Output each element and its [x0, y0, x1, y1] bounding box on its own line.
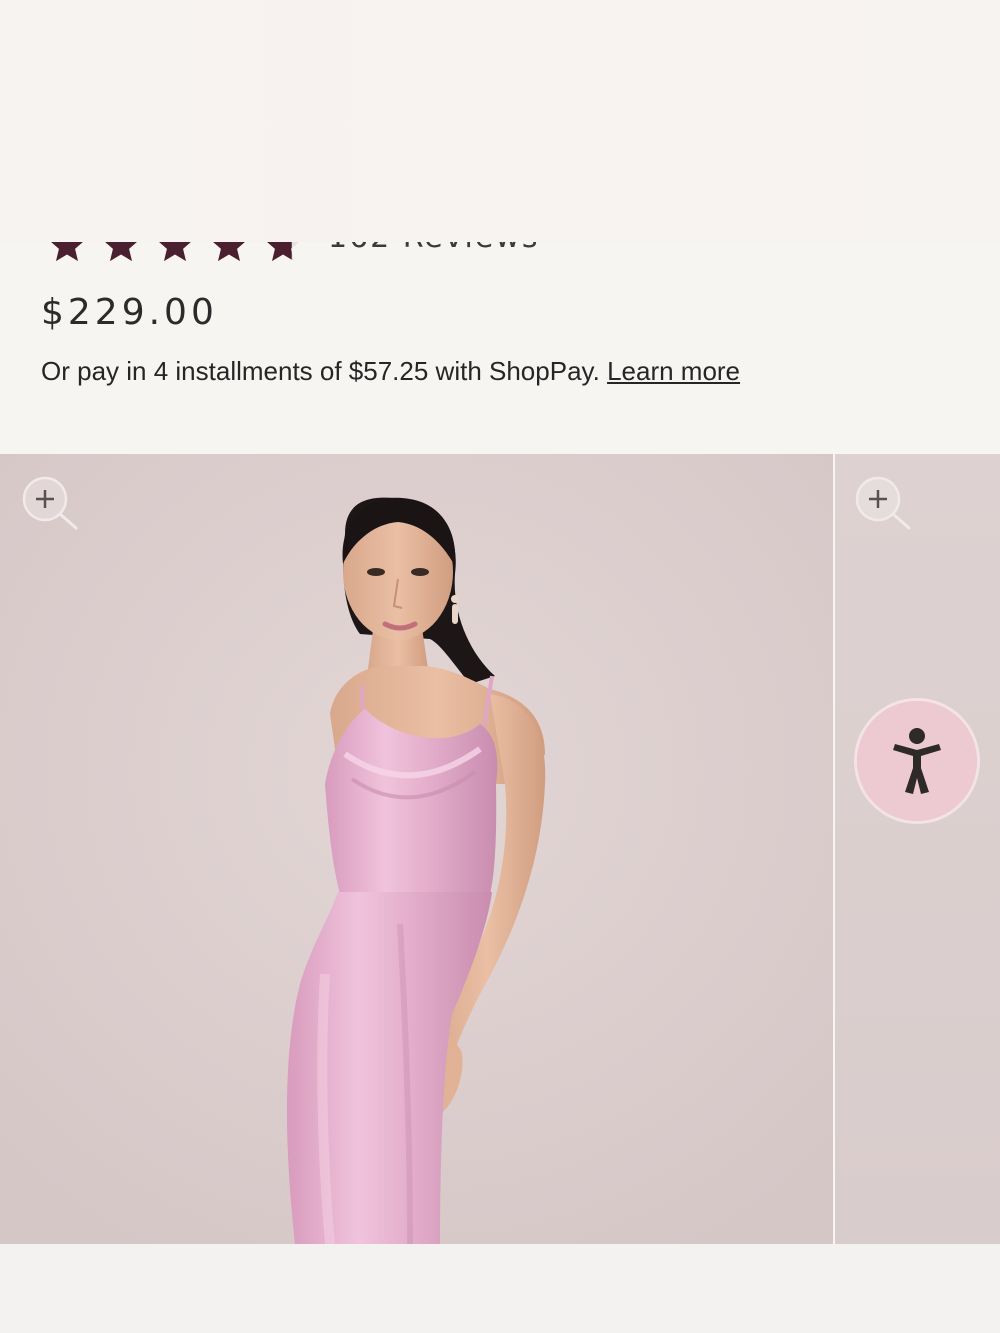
model-photo: [0, 454, 833, 1244]
zoom-in-icon[interactable]: [853, 474, 915, 536]
bottom-bar: [0, 1244, 1000, 1333]
star-icon: [213, 242, 245, 262]
reviews-count-link[interactable]: 162 Reviews: [328, 242, 539, 255]
installments-label: Or pay in 4 installments of $57.25 with …: [41, 356, 600, 386]
star-icon: [159, 242, 191, 262]
product-image-gallery[interactable]: [0, 454, 1000, 1244]
star-half-icon: [267, 242, 299, 262]
learn-more-link[interactable]: Learn more: [607, 356, 740, 386]
star-icon: [105, 242, 137, 262]
installments-text: Or pay in 4 installments of $57.25 with …: [41, 356, 740, 387]
accessibility-icon: [893, 728, 941, 794]
header-blank-area: [0, 0, 1000, 242]
star-icon: [51, 242, 83, 262]
rating-row[interactable]: 162 Reviews: [0, 242, 1000, 272]
gallery-slide-next[interactable]: [835, 454, 1000, 1244]
gallery-slide-main[interactable]: [0, 454, 833, 1244]
accessibility-button[interactable]: [857, 701, 977, 821]
product-price: $229.00: [41, 292, 218, 333]
zoom-in-icon[interactable]: [20, 474, 82, 536]
star-rating: [46, 242, 304, 266]
